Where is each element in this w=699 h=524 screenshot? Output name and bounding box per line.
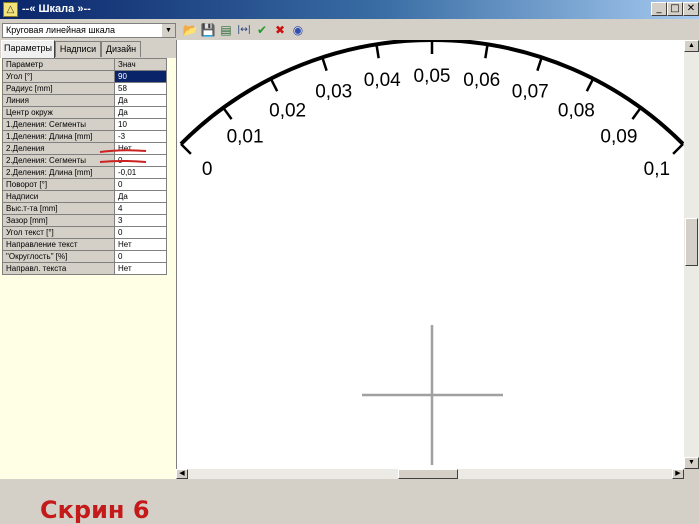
save-as-icon[interactable]: ▤ — [218, 22, 234, 38]
param-name: Направл. текста — [2, 262, 115, 275]
scale-label: 0,09 — [600, 127, 637, 148]
vertical-scrollbar[interactable]: ▲ ▼ — [684, 40, 699, 469]
horizontal-scrollbar[interactable]: ◀ ▶ — [176, 469, 684, 479]
param-value[interactable]: Нет — [114, 262, 167, 275]
scale-tick — [375, 44, 380, 59]
scroll-down-icon[interactable]: ▼ — [684, 457, 699, 469]
param-value[interactable]: 3 — [114, 214, 167, 227]
tab-parameters[interactable]: Параметры — [1, 40, 55, 58]
param-name: Выс.т-та [mm] — [2, 202, 115, 215]
param-value[interactable]: Да — [114, 190, 167, 203]
minimize-button[interactable]: _ — [651, 2, 667, 16]
param-value[interactable]: 4 — [114, 202, 167, 215]
param-row[interactable]: Зазор [mm] 3 — [2, 214, 167, 227]
param-value[interactable]: 0 — [114, 250, 167, 263]
help-icon[interactable]: ◉ — [290, 22, 306, 38]
param-value[interactable]: 0 — [114, 226, 167, 239]
scale-tick — [631, 107, 642, 120]
close-button[interactable]: ✕ — [683, 2, 699, 16]
triangle-app-icon: △ — [3, 2, 18, 17]
title-bar: △ --« Шкала »-- _ □ ✕ — [0, 0, 699, 19]
parameters-panel: Параметр Знач Угол [°] 90 Радиус [mm] 58 Лин… — [0, 58, 176, 524]
scale-label: 0,06 — [463, 70, 500, 91]
param-name: Направление текст — [2, 238, 115, 251]
scale-label: 0,03 — [315, 82, 352, 103]
scale-label: 0,01 — [227, 127, 264, 148]
scale-tick — [484, 44, 489, 59]
scale-label: 0,05 — [414, 66, 451, 87]
param-row[interactable]: Угол текст [°] 0 — [2, 226, 167, 239]
scale-label: 0,1 — [644, 159, 670, 180]
scale-tick — [180, 143, 192, 155]
scale-tick — [269, 78, 279, 92]
scale-tick — [672, 143, 684, 155]
chevron-down-icon[interactable]: ▼ — [161, 24, 175, 37]
param-row[interactable]: Надписи Да — [2, 190, 167, 203]
param-name: Угол текст [°] — [2, 226, 115, 239]
scale-label: 0,07 — [512, 82, 549, 103]
combo-value: Круговая линейная шкала — [6, 25, 116, 35]
param-row[interactable]: Направление текст Нет — [2, 238, 167, 251]
param-row[interactable]: Направл. текста Нет — [2, 262, 167, 275]
fit-width-icon[interactable]: |↔| — [236, 22, 252, 38]
save-icon[interactable]: 💾 — [200, 22, 216, 38]
window-title: --« Шкала »-- — [22, 3, 91, 15]
screen-label: Скрин 6 — [40, 496, 150, 524]
scale-label: 0,04 — [364, 70, 401, 91]
param-value[interactable]: Нет — [114, 238, 167, 251]
check-icon[interactable]: ✔ — [254, 22, 270, 38]
tab-labels[interactable]: Надписи — [55, 41, 101, 57]
scale-label: 0,02 — [269, 101, 306, 122]
param-name: Поворот [°] — [2, 178, 115, 191]
scale-label: 0 — [202, 159, 213, 180]
scale-type-combo[interactable]: Круговая линейная шкала ▼ — [2, 23, 176, 38]
drawing-canvas[interactable]: 0 0,01 0,02 0,03 0,04 0,05 0,06 0,07 0,08 0,09 0,1 — [176, 40, 684, 469]
open-folder-icon[interactable]: 📂 — [182, 22, 198, 38]
param-row[interactable]: Выс.т-та [mm] 4 — [2, 202, 167, 215]
red-underline-2 — [99, 160, 147, 163]
horizontal-scroll-thumb[interactable] — [398, 469, 458, 479]
scale-tick — [222, 107, 233, 120]
param-row[interactable]: Поворот [°] 0 — [2, 178, 167, 191]
tab-strip: Параметры Надписи Дизайн — [0, 40, 176, 58]
scroll-left-icon[interactable]: ◀ — [176, 469, 188, 479]
red-annotation-marks — [99, 149, 147, 163]
param-row[interactable]: "Округлость" [%] 0 — [2, 250, 167, 263]
scale-tick — [536, 56, 543, 72]
param-name: "Округлость" [%] — [2, 250, 115, 263]
maximize-button[interactable]: □ — [667, 2, 683, 16]
vertical-scroll-thumb[interactable] — [685, 218, 698, 266]
param-value[interactable]: 0 — [114, 178, 167, 191]
delete-x-icon[interactable]: ✖ — [272, 22, 288, 38]
scale-tick — [321, 56, 328, 72]
scale-drawing: 0 0,010,02 0,03 0,04 0,05 0,06 0,07 0,080,09 0,1 — [179, 40, 684, 465]
param-name: Надписи — [2, 190, 115, 203]
scroll-up-icon[interactable]: ▲ — [684, 40, 699, 52]
tab-design[interactable]: Дизайн — [101, 41, 141, 57]
scroll-right-icon[interactable]: ▶ — [672, 469, 684, 479]
red-underline-1 — [99, 149, 147, 153]
scale-label: 0,08 — [558, 101, 595, 122]
scale-tick — [585, 78, 595, 92]
param-name: Зазор [mm] — [2, 214, 115, 227]
